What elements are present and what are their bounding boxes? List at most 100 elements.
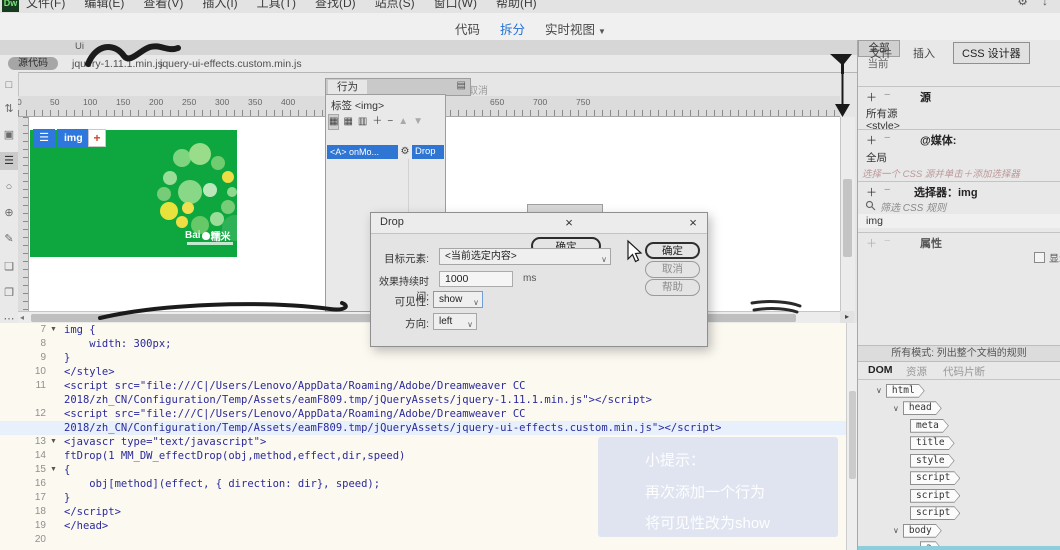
element-hud-add-button[interactable]: + — [88, 129, 106, 147]
code-text: img { — [64, 324, 96, 336]
element-hud-menu-icon[interactable]: ☰ — [33, 129, 55, 147]
add-icon[interactable]: ＋ — [866, 132, 877, 148]
selector-item-img[interactable]: img — [858, 214, 1060, 228]
format-menu-icon[interactable]: ☰ — [0, 152, 18, 170]
menu-item[interactable]: 站点(S) — [375, 0, 415, 11]
file-icon[interactable]: □ — [0, 76, 18, 94]
code-view-button[interactable]: 代码 — [455, 19, 480, 38]
sync-icon[interactable]: ↓ — [1042, 0, 1048, 8]
gear-icon[interactable]: ⚙ — [398, 145, 412, 159]
events-column-icon[interactable]: ▥ — [358, 115, 367, 129]
tab-files[interactable]: 文件 — [870, 45, 892, 61]
element-hud-img-label[interactable]: img — [57, 129, 90, 147]
dom-node-script[interactable]: script — [858, 470, 1060, 488]
dom-node-style[interactable]: style — [858, 452, 1060, 470]
add-behavior-button[interactable]: ＋ — [372, 115, 382, 129]
comment-remove-icon[interactable]: ❐ — [0, 284, 18, 302]
ok-button[interactable]: 确定 — [645, 242, 700, 259]
fold-arrow-icon[interactable]: ▼ — [50, 323, 57, 337]
close-icon[interactable]: × — [561, 215, 577, 230]
behaviors-tab[interactable]: 行为 — [328, 80, 367, 94]
baidu-logo: Bai 糯米 — [185, 230, 231, 243]
dom-tag-label: script — [911, 507, 959, 519]
scrollbar-thumb[interactable] — [849, 391, 856, 479]
add-icon[interactable]: ＋ — [866, 89, 877, 105]
fold-arrow-icon[interactable]: ▼ — [50, 435, 57, 449]
tab-insert[interactable]: 插入 — [913, 45, 935, 61]
close-icon[interactable]: × — [685, 215, 701, 230]
manage-files-icon[interactable]: ⇅ — [0, 100, 18, 118]
edit-tool-icon[interactable]: ✎ — [0, 230, 18, 248]
dom-tag-shape: script — [910, 506, 960, 520]
dom-panel-tab[interactable]: 代码片断 — [943, 364, 985, 379]
related-file-jquery-ui[interactable]: jquery-ui-effects.custom.min.js — [160, 58, 302, 70]
gear-icon[interactable]: ⚙ — [1017, 0, 1028, 8]
tab-css-designer[interactable]: CSS 设计器 — [953, 42, 1030, 64]
remove-behavior-button[interactable]: − — [387, 115, 393, 129]
behavior-action-cell[interactable]: Drop — [412, 145, 444, 159]
line-number: 8 — [40, 338, 46, 349]
dom-panel-tab[interactable]: 资源 — [906, 364, 927, 379]
related-file-jquery[interactable]: jquery-1.11.1.min.js — [72, 58, 163, 70]
dom-panel-tab[interactable]: DOM — [868, 364, 893, 376]
show-all-events-icon[interactable]: ▦ — [343, 115, 352, 129]
live-view-button[interactable]: 实时视图 ▼ — [545, 19, 606, 38]
menu-item[interactable]: 帮助(H) — [496, 0, 537, 11]
visibility-select[interactable]: show ∨ — [433, 291, 483, 308]
dom-node-script[interactable]: script — [858, 505, 1060, 523]
ruler-number: 0 — [18, 97, 22, 107]
all-sources-item[interactable]: 所有源 — [866, 106, 898, 121]
chevron-down-icon[interactable]: ∨ — [893, 404, 899, 413]
split-view-button[interactable]: 拆分 — [500, 19, 525, 38]
dom-node-body[interactable]: ∨ body — [858, 522, 1060, 540]
code-line: 2018/zh_CN/Configuration/Temp/Assets/eam… — [0, 421, 846, 435]
panel-menu-icon[interactable]: ▤ — [457, 80, 466, 91]
scrollbar-thumb[interactable] — [843, 179, 852, 257]
remove-icon[interactable]: − — [884, 184, 890, 196]
help-button[interactable]: 帮助 — [645, 279, 700, 296]
behavior-event-cell[interactable]: <A> onMo... — [327, 145, 398, 159]
dom-node-html[interactable]: ∨ html — [858, 382, 1060, 400]
menu-item[interactable]: 工具(T) — [257, 0, 296, 11]
menu-item[interactable]: 编辑(E) — [84, 0, 124, 11]
show-set-toggle[interactable]: 显示集 — [1034, 250, 1060, 265]
dom-node-script[interactable]: script — [858, 487, 1060, 505]
menu-item[interactable]: 插入(I) — [202, 0, 237, 11]
baidu-image[interactable]: Bai 糯米 — [30, 130, 237, 257]
design-vertical-scrollbar[interactable] — [840, 117, 855, 311]
chevron-down-icon[interactable]: ∨ — [876, 386, 882, 395]
checkbox-icon[interactable] — [1034, 252, 1045, 263]
media-global-item[interactable]: 全局 — [866, 150, 887, 165]
scroll-right-arrow-icon[interactable]: ▸ — [840, 311, 854, 323]
cancel-button[interactable]: 取消 — [645, 261, 700, 278]
chevron-down-icon[interactable]: ∨ — [893, 526, 899, 535]
direction-select[interactable]: left ∨ — [433, 313, 477, 330]
target-element-select[interactable]: <当前选定内容> ∨ — [439, 248, 611, 265]
duration-input[interactable]: 1000 — [439, 271, 513, 287]
dialog-titlebar[interactable]: Drop × × — [371, 213, 707, 234]
line-number: 10 — [34, 366, 46, 377]
menu-item[interactable]: 查找(D) — [315, 0, 356, 11]
ruler-number: 750 — [576, 97, 591, 107]
menu-item[interactable]: 查看(V) — [143, 0, 183, 11]
style-source-item[interactable]: <style> — [866, 120, 900, 129]
show-set-events-icon[interactable]: ▦ — [327, 114, 340, 130]
behavior-row[interactable]: <A> onMo... ⚙ Drop — [327, 145, 444, 159]
menu-item[interactable]: 窗口(W) — [434, 0, 477, 11]
menu-item[interactable]: 文件(F) — [26, 0, 65, 11]
comment-icon[interactable]: ❏ — [0, 258, 18, 276]
document-tab[interactable]: Ui — [75, 41, 84, 52]
css-filter-row[interactable]: 筛选 CSS 规则 — [858, 198, 1060, 214]
dom-node-title[interactable]: title — [858, 435, 1060, 453]
guides-icon[interactable]: ⊕ — [0, 204, 18, 222]
remove-icon[interactable]: − — [884, 132, 890, 144]
dom-node-meta[interactable]: meta — [858, 417, 1060, 435]
dom-node-head[interactable]: ∨ head — [858, 400, 1060, 418]
remove-icon[interactable]: − — [884, 89, 890, 101]
source-code-tab[interactable]: 源代码 — [8, 57, 58, 70]
dreamweaver-logo: Dw — [2, 0, 19, 12]
code-text: <javascr type="text/javascript"> — [64, 436, 267, 448]
fold-arrow-icon[interactable]: ▼ — [50, 463, 57, 477]
circle-marker-icon[interactable]: ○ — [0, 178, 18, 196]
live-view-icon[interactable]: ▣ — [0, 126, 18, 144]
